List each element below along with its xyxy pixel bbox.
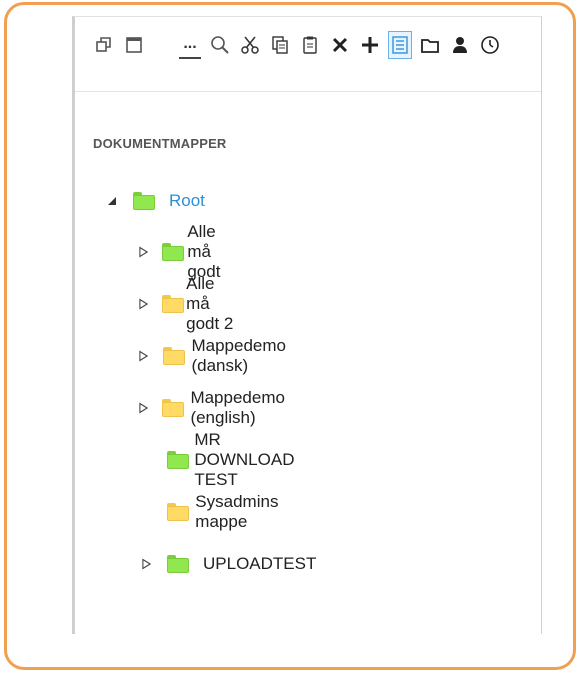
tree-item-label: Alle må godt 2 (186, 274, 234, 333)
tree-item-label: Sysadmins mappe (195, 492, 279, 531)
tree-item[interactable]: Sysadmins mappe (167, 492, 286, 531)
folder-icon (133, 192, 155, 210)
more-icon[interactable]: ... (179, 31, 201, 59)
tree-item-root[interactable]: Root (105, 188, 205, 214)
tree-item-label: Mappedemo (english) (190, 388, 285, 427)
tree-item[interactable]: MR DOWNLOAD TEST (167, 430, 303, 489)
tree-item[interactable]: UPLOADTEST (139, 551, 316, 577)
collapsed-triangle-icon[interactable] (139, 557, 153, 571)
folder-view-icon[interactable] (419, 32, 441, 58)
collapsed-triangle-icon[interactable] (139, 245, 148, 259)
collapsed-triangle-icon[interactable] (139, 401, 149, 415)
tree-item-label: Alle må godt (187, 222, 221, 281)
list-view-icon[interactable] (388, 31, 412, 59)
document-folders-panel: ... DOKUMENTMAPPER Root Alle må godt All… (72, 16, 542, 634)
paste-icon[interactable] (299, 32, 321, 58)
folder-icon (162, 399, 185, 417)
collapsed-triangle-icon[interactable] (139, 297, 148, 311)
search-icon[interactable] (209, 32, 231, 58)
folder-icon (162, 347, 185, 365)
folder-icon (167, 503, 189, 521)
tree-item-label: MR DOWNLOAD TEST (194, 430, 295, 489)
tree-item-label: UPLOADTEST (203, 554, 317, 573)
folder-icon (167, 451, 189, 469)
tree-item[interactable]: Alle må godt (139, 222, 236, 281)
copy-icon[interactable] (269, 32, 291, 58)
tree-item[interactable]: Mappedemo (english) (139, 388, 298, 427)
folder-icon (162, 295, 184, 313)
toolbar: ... (75, 17, 541, 73)
clock-icon[interactable] (479, 32, 501, 58)
add-icon[interactable] (359, 32, 381, 58)
delete-icon[interactable] (329, 32, 351, 58)
folder-icon (167, 555, 189, 573)
cut-icon[interactable] (239, 32, 261, 58)
toolbar-divider (75, 91, 541, 92)
section-title: DOKUMENTMAPPER (93, 136, 227, 151)
folder-icon (162, 243, 184, 261)
tree-item[interactable]: Mappedemo (dansk) (139, 336, 298, 375)
tree-item[interactable]: Alle må godt 2 (139, 274, 236, 333)
tree-item-label: Mappedemo (dansk) (191, 336, 286, 375)
collapsed-triangle-icon[interactable] (139, 349, 149, 363)
tree-item-label: Root (169, 191, 205, 210)
expanded-triangle-icon[interactable] (105, 194, 119, 208)
maximize-window-icon[interactable] (123, 32, 145, 58)
restore-window-icon[interactable] (93, 32, 115, 58)
user-icon[interactable] (449, 32, 471, 58)
